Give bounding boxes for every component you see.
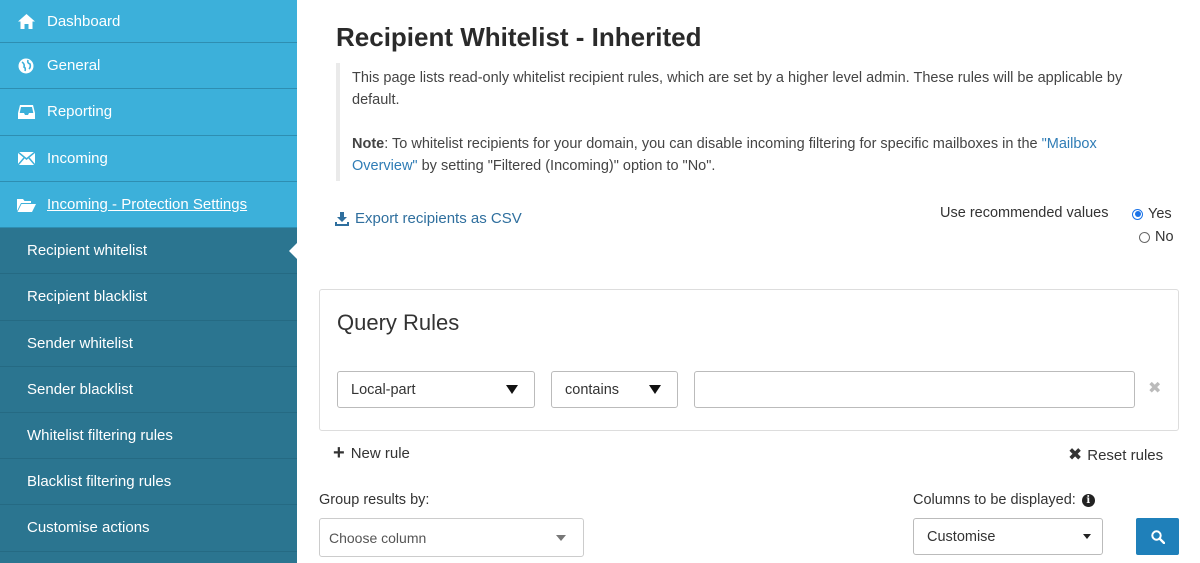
info-text: This page lists read-only whitelist reci… — [352, 70, 1123, 108]
radio-no[interactable]: No — [1139, 229, 1174, 245]
plus-icon: + — [333, 442, 345, 464]
sidebar-item-whitelist-filtering-rules[interactable]: Whitelist filtering rules — [0, 413, 297, 460]
caret-down-icon — [556, 535, 566, 541]
envelope-icon — [16, 149, 36, 167]
field-select-value: Local-part — [351, 381, 416, 398]
radio-no-circle[interactable] — [1139, 231, 1150, 243]
radio-yes-circle[interactable] — [1132, 208, 1143, 220]
sidebar: Dashboard General Reporting Incoming Inc… — [0, 0, 297, 563]
columns-label-text: Columns to be displayed: — [913, 492, 1076, 508]
folder-open-icon — [16, 196, 36, 214]
sidebar-item-customise-actions[interactable]: Customise actions — [0, 505, 297, 552]
query-rules-panel: Query Rules Local-part contains ✖ — [319, 289, 1179, 431]
group-results-select[interactable]: Choose column — [319, 518, 584, 557]
sidebar-sub-nav: Recipient whitelist Recipient blacklist … — [0, 228, 297, 552]
note-text: Note: To whitelist recipients for your d… — [352, 133, 1166, 177]
sidebar-item-label: Dashboard — [47, 12, 121, 30]
caret-down-icon — [506, 385, 518, 394]
sidebar-item-recipient-whitelist[interactable]: Recipient whitelist — [0, 228, 297, 275]
info-callout: This page lists read-only whitelist reci… — [336, 63, 1166, 181]
sidebar-item-label: Incoming — [47, 149, 108, 167]
note-label: Note — [352, 136, 385, 152]
radio-yes[interactable]: Yes — [1132, 206, 1172, 222]
caret-down-icon — [1083, 534, 1091, 539]
sidebar-top-nav: Dashboard General Reporting Incoming Inc… — [0, 0, 297, 229]
home-icon — [16, 12, 36, 30]
radio-no-label: No — [1155, 229, 1174, 245]
group-results-placeholder: Choose column — [329, 529, 427, 546]
sidebar-item-label: General — [47, 57, 101, 75]
sidebar-item-reporting[interactable]: Reporting — [0, 89, 297, 136]
sidebar-item-sender-blacklist[interactable]: Sender blacklist — [0, 367, 297, 413]
radio-yes-label: Yes — [1148, 206, 1172, 222]
note-text-a: : To whitelist recipients for your domai… — [384, 136, 1042, 152]
reset-rules-button[interactable]: ✖ Reset rules — [1068, 445, 1163, 465]
main-content: Recipient Whitelist - Inherited This pag… — [297, 0, 1200, 563]
note-text-b: by setting "Filtered (Incoming)" option … — [417, 158, 716, 174]
sidebar-item-dashboard[interactable]: Dashboard — [0, 0, 297, 43]
export-csv-link[interactable]: Export recipients as CSV — [335, 210, 522, 227]
search-button[interactable] — [1136, 518, 1179, 555]
search-icon — [1150, 529, 1165, 544]
operator-select-value: contains — [565, 381, 620, 398]
export-label: Export recipients as CSV — [355, 210, 522, 227]
close-icon: ✖ — [1068, 445, 1083, 464]
columns-displayed-label: Columns to be displayed: i — [913, 492, 1095, 508]
sidebar-item-blacklist-filtering-rules[interactable]: Blacklist filtering rules — [0, 459, 297, 506]
rule-value-input[interactable] — [694, 371, 1135, 408]
field-select[interactable]: Local-part — [337, 371, 535, 408]
new-rule-button[interactable]: + New rule — [333, 442, 410, 464]
operator-select[interactable]: contains — [551, 371, 678, 408]
sidebar-item-incoming[interactable]: Incoming — [0, 136, 297, 182]
reset-rules-label: Reset rules — [1087, 446, 1164, 464]
globe-icon — [16, 57, 36, 75]
sidebar-item-sender-whitelist[interactable]: Sender whitelist — [0, 321, 297, 367]
remove-rule-icon[interactable]: ✖ — [1148, 378, 1161, 398]
info-icon[interactable]: i — [1081, 493, 1095, 507]
page-title: Recipient Whitelist - Inherited — [336, 22, 702, 52]
sidebar-item-recipient-blacklist[interactable]: Recipient blacklist — [0, 274, 297, 321]
sidebar-item-label: Reporting — [47, 103, 113, 121]
sidebar-item-label: Incoming - Protection Settings — [47, 196, 248, 214]
inbox-icon — [16, 103, 36, 121]
sidebar-item-incoming-protection-settings[interactable]: Incoming - Protection Settings — [0, 182, 297, 229]
caret-down-icon — [649, 385, 661, 394]
query-rules-title: Query Rules — [337, 310, 460, 335]
download-icon — [335, 211, 349, 226]
recommended-values-label: Use recommended values — [940, 205, 1109, 221]
columns-select-value: Customise — [927, 528, 996, 545]
sidebar-item-general[interactable]: General — [0, 43, 297, 90]
group-results-label: Group results by: — [319, 492, 430, 508]
new-rule-label: New rule — [350, 445, 410, 462]
columns-select[interactable]: Customise — [913, 518, 1103, 555]
